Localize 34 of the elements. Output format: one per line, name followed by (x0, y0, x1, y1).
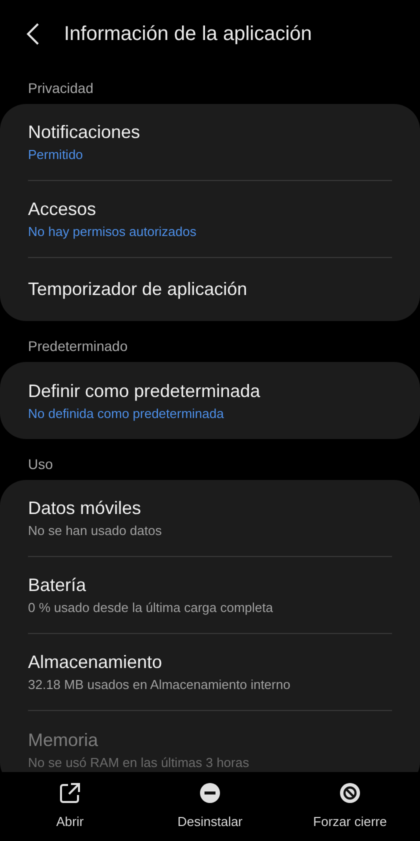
item-summary: No definida como predeterminada (28, 406, 225, 420)
item-summary: No se usó RAM en las últimas 3 horas (28, 754, 250, 770)
section-label: Privacidad (27, 79, 94, 98)
item-summary: 32.18 MB usados en Almacenamiento interno (28, 677, 292, 692)
settings-item[interactable]: Datos móviles No se han usado datos (28, 480, 392, 557)
item-summary: 0 % usado desde la última carga completa (28, 600, 274, 615)
item-title: Notificaciones (28, 122, 142, 143)
settings-item[interactable]: Memoria No se usó RAM en las últimas 3 horas (28, 711, 392, 772)
action-button[interactable]: Desinstalar (150, 782, 270, 829)
section-label: Uso (27, 455, 54, 474)
settings-item[interactable]: Batería 0 % usado desde la última carga completa (28, 557, 392, 634)
item-title: Accesos (28, 199, 98, 220)
item-summary: No se han usado datos (28, 523, 163, 538)
item-title: Definir como predeterminada (28, 380, 262, 402)
item-title: Datos móviles (28, 498, 142, 519)
section-label: Predeterminado (27, 337, 129, 356)
settings-item[interactable]: Almacenamiento 32.18 MB usados en Almacenamiento interno (28, 634, 392, 711)
action-button[interactable]: Forzar cierre (290, 782, 410, 829)
page-title: Información de la aplicación (64, 22, 312, 46)
back-icon (26, 23, 40, 45)
item-title: Batería (28, 575, 88, 596)
action-button[interactable]: Abrir (10, 782, 130, 829)
item-summary: Permitido (28, 147, 84, 162)
settings-item[interactable]: Notificaciones Permitido (28, 104, 392, 181)
block-icon (339, 782, 361, 804)
item-title: Memoria (28, 730, 100, 750)
settings-item[interactable]: Definir como predeterminada No definida como predeterminada (28, 362, 392, 439)
item-title: Temporizador de aplicación (28, 279, 248, 300)
open-external-icon (59, 782, 81, 804)
minus-circle-icon (199, 782, 221, 804)
item-title: Almacenamiento (28, 652, 164, 673)
item-summary: No hay permisos autorizados (28, 224, 198, 239)
settings-item[interactable]: Accesos No hay permisos autorizados (28, 181, 392, 258)
settings-item[interactable]: Temporizador de aplicación (28, 258, 392, 321)
